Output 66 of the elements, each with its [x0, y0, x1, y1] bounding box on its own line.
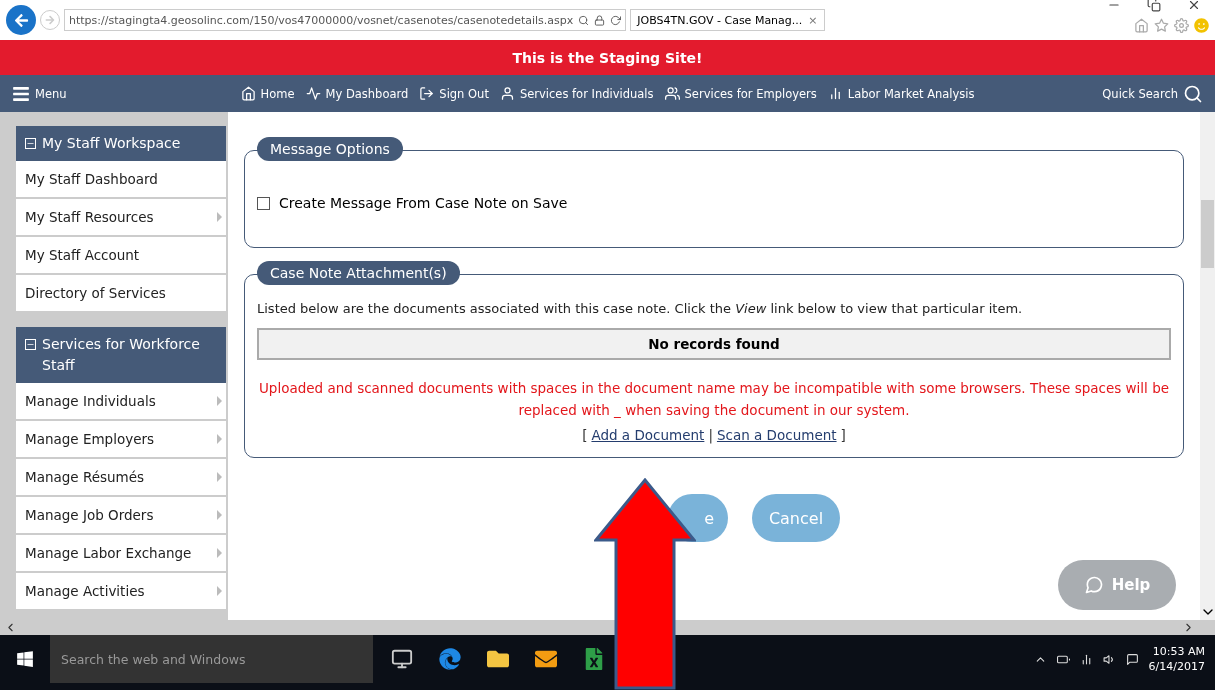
document-link[interactable]: Scan a Document — [716, 427, 837, 444]
folder-icon[interactable] — [487, 648, 509, 670]
arrow-right-icon — [45, 15, 55, 25]
browser-tab[interactable]: JOBS4TN.GOV - Case Manag... × — [630, 9, 825, 31]
speech-bubble-icon — [1083, 575, 1104, 595]
sidebar-item[interactable]: Manage Résumés — [16, 459, 226, 497]
checkbox[interactable] — [257, 196, 270, 210]
edge-icon[interactable] — [439, 648, 461, 670]
section-title: My Staff Workspace — [42, 134, 181, 153]
nav-link[interactable]: Labor Market Analysis — [827, 86, 975, 101]
nav-link[interactable]: Services for Employers — [664, 86, 817, 101]
bracket-text: [ — [582, 427, 588, 444]
arrow-left-icon — [13, 12, 29, 28]
people-icon — [664, 86, 680, 101]
back-button[interactable] — [6, 5, 36, 35]
separator-text: | — [708, 427, 713, 444]
nav-link[interactable]: My Dashboard — [305, 86, 409, 101]
star-icon[interactable] — [1154, 18, 1169, 33]
search-icon — [1183, 83, 1203, 104]
home-icon — [240, 86, 256, 101]
windows-logo-icon — [16, 650, 34, 668]
nav-link[interactable]: Sign Out — [419, 86, 489, 101]
checkbox-label: Create Message From Case Note on Save — [279, 195, 568, 211]
tab-close-button[interactable]: × — [808, 13, 818, 27]
warning-text: Uploaded and scanned documents with spaces in the document name may be incompatible with some browsers. These spaces will be replaced with _ when saving the document in our system. — [258, 379, 1170, 420]
exit-icon — [419, 86, 435, 101]
nav-link[interactable]: Home — [240, 86, 295, 101]
notification-icon[interactable] — [1125, 652, 1139, 666]
sidebar-section-header[interactable]: Services for Workforce Staff — [16, 327, 226, 383]
task-view-icon[interactable] — [391, 648, 413, 670]
empty-table-message: No records found — [257, 328, 1171, 360]
sidebar-item[interactable]: Manage Job Orders — [16, 497, 226, 535]
sidebar-item[interactable]: Manage Activities — [16, 573, 226, 611]
panel-legend: Case Note Attachment(s) — [257, 261, 460, 285]
quick-search-button[interactable]: Quick Search — [1102, 83, 1203, 104]
bracket-text: ] — [840, 427, 846, 444]
sidebar-item[interactable]: My Staff Account — [16, 237, 226, 275]
sidebar-item[interactable]: Manage Employers — [16, 421, 226, 459]
horizontal-scrollbar[interactable] — [0, 620, 1215, 635]
collapse-icon[interactable] — [25, 138, 36, 149]
taskbar-search-field[interactable]: Search the web and Windows — [50, 635, 373, 683]
close-icon[interactable] — [1187, 0, 1201, 12]
collapse-icon[interactable] — [25, 339, 36, 350]
document-link[interactable]: Add a Document — [591, 427, 705, 444]
sidebar-item[interactable]: My Staff Dashboard — [16, 161, 226, 199]
person-icon — [499, 86, 515, 101]
restore-icon[interactable] — [1147, 0, 1161, 12]
volume-icon[interactable] — [1102, 652, 1116, 666]
sidebar-section-header[interactable]: My Staff Workspace — [16, 126, 226, 161]
panel-legend: Message Options — [257, 137, 403, 161]
sidebar-item[interactable]: Manage Individuals — [16, 383, 226, 421]
intro-text: Listed below are the documents associated with this case note. Click the View link below to view that particular item. — [257, 301, 1024, 316]
pulse-icon — [305, 86, 321, 101]
excel-icon[interactable] — [583, 648, 605, 670]
section-title: Services for Workforce Staff — [42, 335, 201, 375]
vertical-scrollbar[interactable] — [1200, 112, 1215, 620]
sidebar-item[interactable]: Directory of Services — [16, 275, 226, 313]
scrollbar-thumb[interactable] — [1201, 200, 1214, 268]
sidebar-item[interactable]: My Staff Resources — [16, 199, 226, 237]
nav-link[interactable]: Services for Individuals — [499, 86, 654, 101]
staging-banner: This is the Staging Site! — [0, 40, 1215, 75]
sidebar-item[interactable]: Manage Labor Exchange — [16, 535, 226, 573]
address-bar[interactable]: https://stagingta4.geosolinc.com/150/vos47000000/vosnet/casenotes/casenotedetails.aspx — [64, 9, 627, 31]
menu-button[interactable]: Menu — [12, 84, 67, 103]
taskbar-clock[interactable]: 10:53 AM 6/14/2017 — [1148, 643, 1205, 675]
menu-icon — [12, 84, 30, 103]
